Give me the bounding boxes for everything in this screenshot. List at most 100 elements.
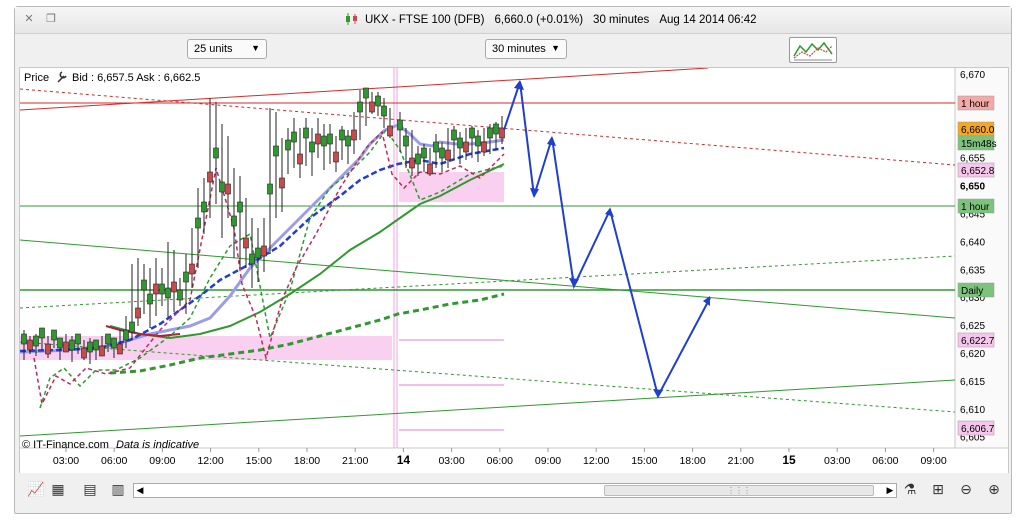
price-marker-label: 6,622.7 [961,336,995,347]
interval-value: 30 minutes [492,43,546,55]
bottom-toolbar: 📈 ▦ ▤ ▥ ◀ ⋮⋮⋮ ▶ ⚗ ⊞ ⊖ ⊕ [15,473,1011,511]
price-marker: 6,652.8 [957,162,995,178]
candle [231,168,237,258]
price-marker-label: 6,652.8 [961,166,995,177]
x-tick-label: 03:00 [824,455,850,467]
x-tick-label: 15:00 [631,455,657,467]
x-tick-label: 12:00 [583,455,609,467]
price-marker-label: 1 hour [961,99,990,110]
x-tick-label: 09:00 [535,455,561,467]
green-trendline [19,239,956,319]
candle [297,128,303,178]
chart-window: ✕ ❐ UKX - FTSE 100 (DFB) 6,660.0 (+0.01%)… [14,6,1012,514]
price-marker-label: 1 hour [961,202,990,213]
candle [201,178,207,234]
x-tick-label: 15:00 [246,455,272,467]
moving-average-fast [19,123,505,354]
candle [177,278,183,306]
candle [279,138,285,212]
chevron-down-icon: ▼ [551,43,560,53]
price-label: Price [24,72,49,84]
price-marker-label: 15m48s [961,139,997,150]
candle [351,112,357,154]
stripes-icon[interactable]: ▥ [109,481,127,499]
scroll-thumb[interactable]: ⋮⋮⋮ [604,485,874,496]
candle [493,122,499,150]
price-marker: Daily [957,282,995,298]
candle [153,258,159,316]
candle [207,98,213,218]
price-marker: 1 hour [957,95,995,111]
color-picker-icon[interactable]: ▦ [49,481,67,499]
x-tick-label: 06:00 [872,455,898,467]
candle [487,124,493,154]
price-chart[interactable]: 6,6706,6656,6606,6556,6506,6456,6406,635… [19,67,1008,474]
x-tick-label: 18:00 [679,455,705,467]
window-title: UKX - FTSE 100 (DFB) 6,660.0 (+0.01%) 30 m… [345,13,767,26]
candle [439,142,445,172]
x-tick-label: 14 [397,453,411,467]
chart-layout-button[interactable] [789,37,837,63]
candle [357,90,363,140]
x-tick-label: 09:00 [149,455,175,467]
forecast-arrowhead [530,188,539,198]
green-dashed-lower-trendline [19,341,956,413]
candle [339,126,345,160]
x-tick-label: 21:00 [728,455,754,467]
x-tick-label: 15 [782,453,796,467]
scroll-right-arrow[interactable]: ▶ [884,484,896,497]
units-dropdown[interactable]: 25 units ▼ [187,39,267,59]
chart-area[interactable]: 6,6706,6656,6606,6556,6506,6456,6406,635… [19,67,1009,475]
price-marker: 6,660.0 [957,121,995,137]
x-tick-label: 18:00 [294,455,320,467]
x-tick-label: 03:00 [53,455,79,467]
candlesticks [21,87,505,364]
candle [387,108,393,138]
candle [135,258,141,326]
forecast-arrowhead [653,389,663,398]
candle [291,118,297,168]
candle [87,338,93,364]
candle [141,264,147,314]
price-marker-label: Daily [961,286,983,297]
x-tick-label: 06:00 [101,455,127,467]
x-tick-label: 03:00 [438,455,464,467]
restore-icon[interactable]: ❐ [45,13,57,25]
interval-dropdown[interactable]: 30 minutes ▼ [485,39,567,59]
add-indicator-icon[interactable]: 📈 [27,481,45,499]
price-marker: 6,606.7 [957,420,995,436]
zoom-out-icon[interactable]: ⊖ [957,481,975,499]
timestamp: Aug 14 2014 06:42 [659,14,757,26]
candle [345,130,351,164]
candle [475,130,481,162]
chart-style-icon [793,41,833,61]
add-indicator-icon[interactable]: ⚗ [901,481,919,499]
scroll-grip: ⋮⋮⋮ [727,486,751,495]
y-tick-label: 6,670 [960,70,985,81]
red-dashed-trendline [19,88,956,166]
bid-ask-label: Bid : 6,657.5 Ask : 6,662.5 [72,72,200,84]
candle [303,118,309,166]
candlestick-icon [346,13,357,25]
candle [309,128,315,176]
title-bar: ✕ ❐ UKX - FTSE 100 (DFB) 6,660.0 (+0.01%)… [15,7,1011,34]
zoom-in-icon[interactable]: ⊕ [985,481,1003,499]
notes-icon[interactable]: ▤ [81,481,99,499]
candle [261,218,267,272]
candle [333,136,339,172]
dashed-green-oscillator [39,128,505,409]
horizontal-scrollbar[interactable]: ◀ ⋮⋮⋮ ▶ [133,483,897,498]
dashed-red-oscillator [33,130,505,407]
candle [171,250,177,312]
price-marker-label: 6,606.7 [961,424,995,435]
candle [421,144,427,172]
forecast-path [503,81,711,399]
y-tick-label: 6,610 [960,405,985,416]
x-tick-label: 09:00 [920,455,946,467]
candle [267,108,273,254]
close-icon[interactable]: ✕ [23,13,35,25]
scroll-left-arrow[interactable]: ◀ [134,484,146,497]
units-value: 25 units [194,43,233,55]
candle [321,124,327,170]
zoom-area-icon[interactable]: ⊞ [929,481,947,499]
